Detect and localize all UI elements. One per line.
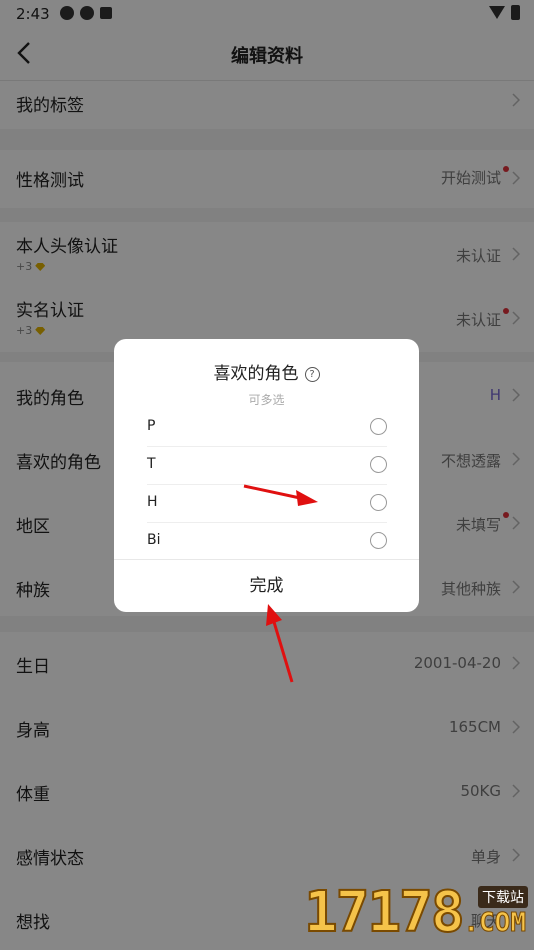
role-option-p[interactable]: P xyxy=(147,408,387,447)
option-label: T xyxy=(147,456,156,472)
liked-role-dialog: 喜欢的角色? 可多选 P T H Bi 完成 xyxy=(114,339,419,612)
done-button[interactable]: 完成 xyxy=(114,560,419,612)
radio-unchecked-icon[interactable] xyxy=(370,532,387,549)
option-label: H xyxy=(147,494,158,510)
watermark-domain: .COM xyxy=(463,908,527,939)
radio-unchecked-icon[interactable] xyxy=(370,456,387,473)
watermark-tag: 下载站 xyxy=(478,886,528,908)
watermark-number: 17178 xyxy=(303,879,466,946)
site-watermark: 17178 下载站 .COM xyxy=(303,879,532,948)
option-label: Bi xyxy=(147,532,161,548)
help-icon[interactable]: ? xyxy=(304,367,320,382)
dialog-title: 喜欢的角色? xyxy=(114,359,419,384)
role-option-h[interactable]: H xyxy=(147,484,387,523)
radio-unchecked-icon[interactable] xyxy=(370,418,387,435)
role-option-bi[interactable]: Bi xyxy=(147,522,387,560)
role-option-t[interactable]: T xyxy=(147,446,387,485)
option-label: P xyxy=(147,418,156,434)
dialog-subtitle: 可多选 xyxy=(248,393,285,407)
radio-unchecked-icon[interactable] xyxy=(370,494,387,511)
